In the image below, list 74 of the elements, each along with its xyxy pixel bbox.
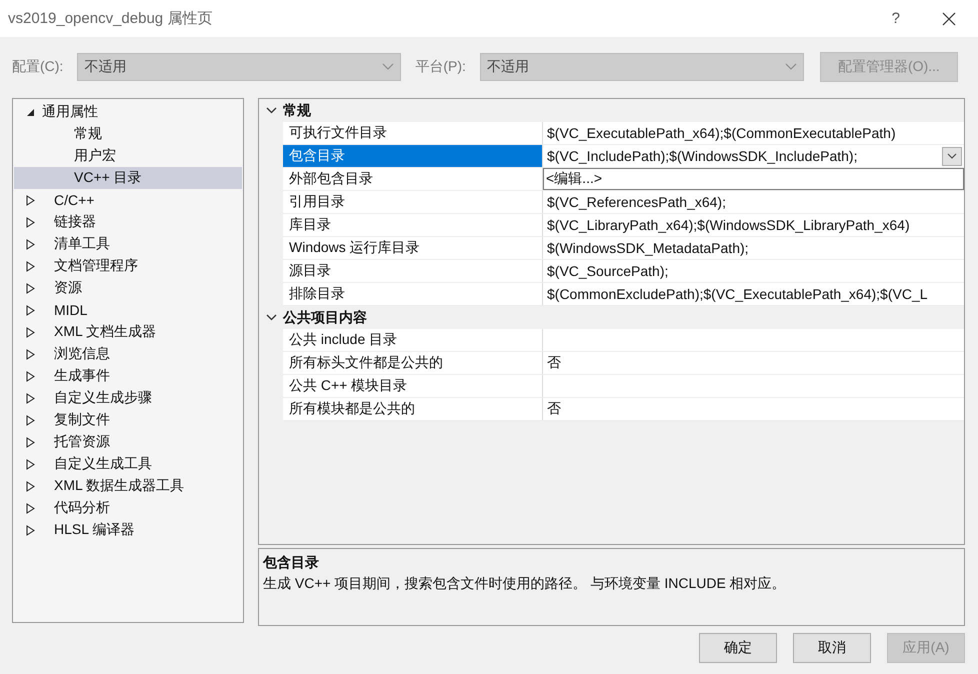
tree-item[interactable]: 文档管理程序 xyxy=(14,255,242,277)
tree-item[interactable]: MIDL xyxy=(14,299,242,321)
section-header[interactable]: 公共项目内容 xyxy=(283,308,367,326)
dropdown-option[interactable]: <编辑...> xyxy=(546,170,602,188)
property-value[interactable]: $(WindowsSDK_MetadataPath); xyxy=(543,237,964,260)
property-value[interactable]: $(VC_SourcePath); xyxy=(543,260,964,283)
tree-item[interactable]: XML 数据生成器工具 xyxy=(14,475,242,497)
collapsed-arrow-icon[interactable] xyxy=(26,480,34,492)
collapsed-arrow-icon[interactable] xyxy=(26,436,34,448)
tree-item[interactable]: 自定义生成工具 xyxy=(14,453,242,475)
collapsed-arrow-icon[interactable] xyxy=(26,370,34,382)
tree-item[interactable]: 用户宏 xyxy=(14,145,242,167)
collapse-chevron-icon[interactable] xyxy=(266,107,276,114)
property-name[interactable]: 包含目录 xyxy=(283,145,543,168)
tree-item[interactable]: 资源 xyxy=(14,277,242,299)
property-value[interactable]: $(VC_ReferencesPath_x64); xyxy=(543,191,964,214)
tree-item[interactable]: 通用属性 xyxy=(14,101,242,123)
property-name[interactable]: 可执行文件目录 xyxy=(283,122,543,145)
property-value[interactable]: 否 xyxy=(543,398,964,421)
tree-item[interactable]: 托管资源 xyxy=(14,431,242,453)
property-name[interactable]: 所有模块都是公共的 xyxy=(283,398,543,421)
collapsed-arrow-icon[interactable] xyxy=(26,524,34,536)
tree-item[interactable]: VC++ 目录 xyxy=(14,167,242,189)
close-icon[interactable] xyxy=(942,12,956,26)
collapsed-arrow-icon[interactable] xyxy=(26,326,34,338)
tree-item[interactable]: 浏览信息 xyxy=(14,343,242,365)
property-name[interactable]: 公共 include 目录 xyxy=(283,329,543,352)
expanded-arrow-icon[interactable] xyxy=(26,108,34,116)
section-header[interactable]: 常规 xyxy=(283,102,311,120)
property-name[interactable]: 所有标头文件都是公共的 xyxy=(283,352,543,375)
collapsed-arrow-icon[interactable] xyxy=(26,282,34,294)
config-label: 配置(C): xyxy=(12,58,64,76)
collapsed-arrow-icon[interactable] xyxy=(26,194,34,206)
collapsed-arrow-icon[interactable] xyxy=(26,348,34,360)
tree-item[interactable]: 复制文件 xyxy=(14,409,242,431)
collapsed-arrow-icon[interactable] xyxy=(26,216,34,228)
chevron-icon xyxy=(382,63,394,71)
tree-item[interactable]: 清单工具 xyxy=(14,233,242,255)
collapsed-arrow-icon[interactable] xyxy=(26,260,34,272)
property-name[interactable]: 库目录 xyxy=(283,214,543,237)
property-name[interactable]: 引用目录 xyxy=(283,191,543,214)
property-name[interactable]: 源目录 xyxy=(283,260,543,283)
dialog-button[interactable]: 确定 xyxy=(699,633,777,663)
chevron-icon xyxy=(784,63,797,71)
description-text: 生成 VC++ 项目期间，搜索包含文件时使用的路径。 与环境变量 INCLUDE 相对应。 xyxy=(263,575,787,593)
collapsed-arrow-icon[interactable] xyxy=(26,414,34,426)
tree-item[interactable]: XML 文档生成器 xyxy=(14,321,242,343)
tree-item[interactable]: 常规 xyxy=(14,123,242,145)
collapsed-arrow-icon[interactable] xyxy=(26,238,34,250)
property-value[interactable]: $(CommonExcludePath);$(VC_ExecutablePath_x64);$(VC_L xyxy=(543,283,964,306)
collapsed-arrow-icon[interactable] xyxy=(26,458,34,470)
help-button[interactable]: ? xyxy=(892,10,900,27)
property-name[interactable]: Windows 运行库目录 xyxy=(283,237,543,260)
property-name[interactable]: 公共 C++ 模块目录 xyxy=(283,375,543,398)
window-title: vs2019_opencv_debug 属性页 xyxy=(8,9,214,28)
collapsed-arrow-icon[interactable] xyxy=(26,304,34,316)
tree-item[interactable]: 自定义生成步骤 xyxy=(14,387,242,409)
property-value[interactable]: 否 xyxy=(543,352,964,375)
property-name[interactable]: 排除目录 xyxy=(283,283,543,306)
tree-item[interactable]: 链接器 xyxy=(14,211,242,233)
property-value[interactable]: $(VC_ExecutablePath_x64);$(CommonExecutablePath) xyxy=(543,122,964,145)
tree-item[interactable]: C/C++ xyxy=(14,189,242,211)
description-title: 包含目录 xyxy=(263,554,320,572)
dialog-button[interactable]: 取消 xyxy=(793,633,871,663)
tree-item[interactable]: HLSL 编译器 xyxy=(14,519,242,541)
tree-item[interactable]: 代码分析 xyxy=(14,497,242,519)
property-value[interactable]: $(VC_LibraryPath_x64);$(WindowsSDK_LibraryPath_x64) xyxy=(543,214,964,237)
platform-label: 平台(P): xyxy=(415,58,466,76)
property-name[interactable]: 外部包含目录 xyxy=(283,168,543,191)
collapsed-arrow-icon[interactable] xyxy=(26,392,34,404)
tree-item[interactable]: 生成事件 xyxy=(14,365,242,387)
collapse-chevron-icon[interactable] xyxy=(266,314,276,321)
collapsed-arrow-icon[interactable] xyxy=(26,502,34,514)
dropdown-button-icon[interactable] xyxy=(942,146,962,166)
